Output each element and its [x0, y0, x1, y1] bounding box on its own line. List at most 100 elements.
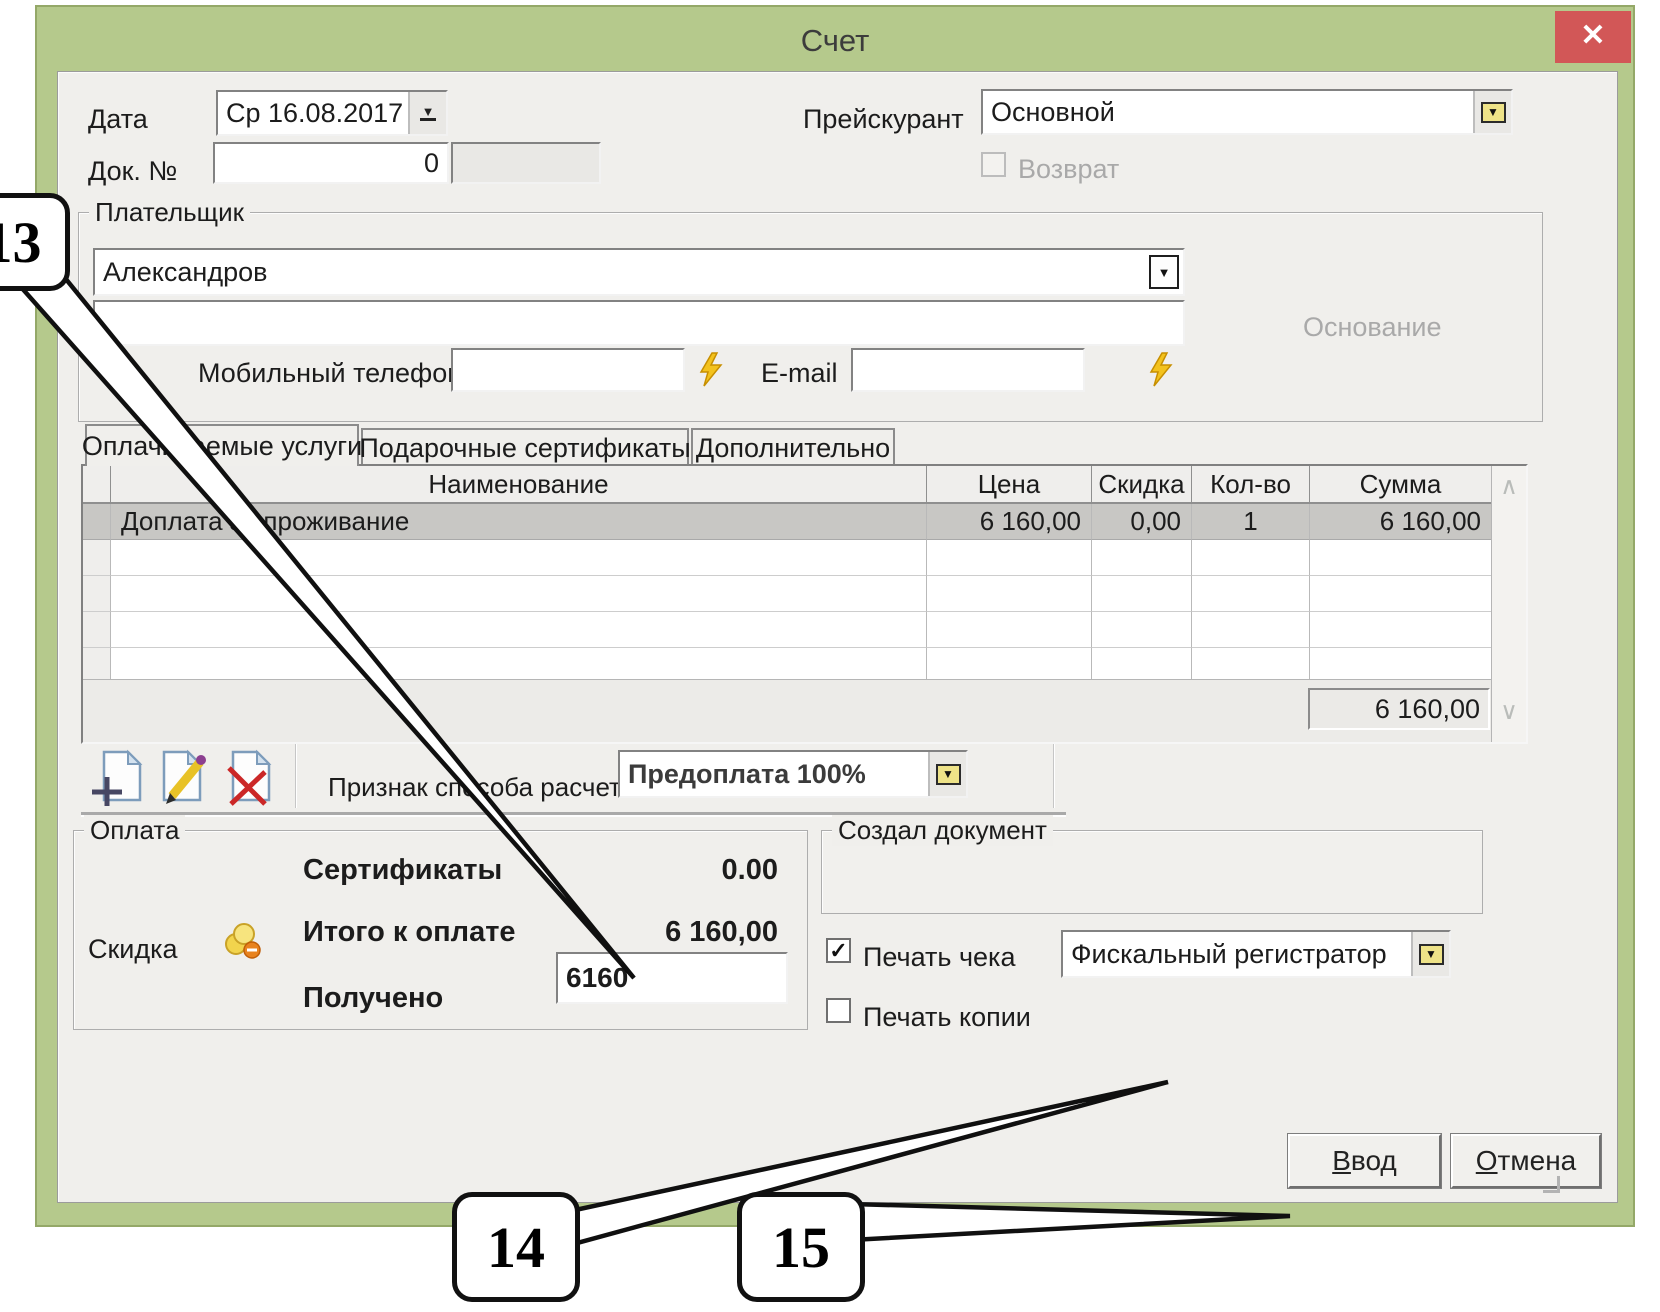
callout-13: 13 [0, 193, 70, 291]
received-value: 6160 [558, 962, 786, 994]
table-row[interactable]: Доплата за проживание 6 160,00 0,00 1 6 … [83, 504, 1492, 540]
enter-button[interactable]: Ввод [1288, 1134, 1441, 1188]
certificates-label: Сертификаты [303, 854, 502, 887]
email-label: E-mail [761, 358, 838, 389]
header-sum[interactable]: Сумма [1310, 466, 1492, 504]
resize-mark [1543, 1176, 1560, 1193]
payer-name-value: Александров [95, 257, 1149, 288]
date-dropdown-icon[interactable]: ▼ [408, 92, 446, 134]
tab-paid-services-label: Оплачиваемые услуги [82, 431, 362, 462]
close-button[interactable]: ✕ [1555, 11, 1631, 63]
payment-method-combobox[interactable]: Предоплата 100% ▼ [618, 750, 968, 798]
callout-14-number: 14 [487, 1214, 545, 1281]
tab-paid-services[interactable]: Оплачиваемые услуги [85, 424, 359, 466]
delete-row-icon[interactable] [221, 748, 279, 806]
scroll-up-icon[interactable]: ∧ [1492, 472, 1526, 501]
row-qty: 1 [1192, 504, 1310, 540]
payment-group-label: Оплата [84, 815, 185, 846]
invoice-dialog: Счет ✕ Дата Ср 16.08.2017 ▼ Прейскурант … [35, 5, 1635, 1227]
header-discount[interactable]: Скидка [1092, 466, 1192, 504]
table-footer: 6 160,00 [83, 679, 1526, 742]
header-selector-cell [83, 466, 111, 504]
table-header-row: Наименование Цена Скидка Кол-во Сумма [83, 466, 1492, 504]
table-scrollbar[interactable]: ∧ ∨ [1491, 466, 1526, 742]
toolbar-separator-2 [1053, 744, 1055, 808]
enter-button-label: Ввод [1332, 1145, 1397, 1177]
payer-second-input[interactable] [93, 300, 1185, 346]
header-price[interactable]: Цена [927, 466, 1092, 504]
checkmark-icon: ✓ [829, 938, 847, 964]
fiscal-device-value: Фискальный регистратор [1063, 939, 1411, 970]
phone-input[interactable] [451, 348, 685, 392]
tab-additional-label: Дополнительно [696, 433, 890, 464]
print-copy-label: Печать копии [863, 1002, 1031, 1033]
row-price: 6 160,00 [927, 504, 1092, 540]
callout-14: 14 [452, 1192, 580, 1302]
dialog-title: Счет [37, 23, 1633, 59]
row-selector-cell [83, 504, 111, 540]
print-receipt-label: Печать чека [863, 942, 1015, 973]
date-combobox[interactable]: Ср 16.08.2017 ▼ [216, 90, 448, 136]
docnum-value: 0 [215, 148, 447, 179]
edit-row-icon[interactable] [154, 748, 212, 806]
pricelist-value: Основной [983, 97, 1473, 128]
callout-15: 15 [737, 1192, 865, 1302]
pricelist-dropdown-icon[interactable]: ▼ [1473, 91, 1511, 133]
toolbar-separator [295, 744, 297, 808]
certificates-value: 0.00 [598, 854, 778, 887]
row-name: Доплата за проживание [111, 504, 927, 540]
scroll-down-icon[interactable]: ∨ [1492, 697, 1526, 726]
received-label: Получено [303, 982, 443, 1015]
return-checkbox[interactable] [981, 152, 1006, 177]
close-icon: ✕ [1580, 19, 1605, 52]
payment-method-dropdown-icon[interactable]: ▼ [928, 752, 966, 796]
created-doc-group: Создал документ [821, 830, 1483, 914]
payment-method-label: Признак способа расчета [328, 772, 635, 803]
row-discount: 0,00 [1092, 504, 1192, 540]
fiscal-device-combobox[interactable]: Фискальный регистратор ▼ [1061, 930, 1451, 978]
phone-sms-icon[interactable] [698, 352, 724, 388]
total-due-value: 6 160,00 [598, 916, 778, 949]
discount-coins-icon[interactable] [221, 918, 265, 962]
tab-gift-certificates-label: Подарочные сертификаты [359, 433, 690, 464]
print-copy-checkbox[interactable] [826, 998, 851, 1023]
received-input[interactable]: 6160 [556, 952, 788, 1004]
table-empty-row[interactable] [83, 540, 1492, 576]
cancel-button-label: Отмена [1476, 1145, 1576, 1177]
date-value: Ср 16.08.2017 [218, 98, 408, 129]
tab-additional[interactable]: Дополнительно [691, 428, 895, 466]
phone-label: Мобильный телефон [198, 358, 462, 389]
payer-dropdown-icon[interactable]: ▼ [1149, 255, 1179, 289]
created-doc-label: Создал документ [832, 815, 1053, 846]
callout-13-number: 13 [0, 209, 42, 276]
email-input[interactable] [851, 348, 1085, 392]
print-receipt-checkbox[interactable]: ✓ [826, 938, 851, 963]
payer-name-input[interactable]: Александров ▼ [93, 248, 1185, 296]
header-qty[interactable]: Кол-во [1192, 466, 1310, 504]
date-label: Дата [88, 104, 148, 135]
row-sum: 6 160,00 [1310, 504, 1492, 540]
callout-15-number: 15 [772, 1214, 830, 1281]
cancel-button[interactable]: Отмена [1451, 1134, 1601, 1188]
pricelist-combobox[interactable]: Основной ▼ [981, 89, 1513, 135]
header-name[interactable]: Наименование [111, 466, 927, 504]
table-empty-row[interactable] [83, 576, 1492, 612]
docnum-input[interactable]: 0 [213, 142, 449, 184]
services-table: Наименование Цена Скидка Кол-во Сумма До… [81, 464, 1528, 744]
screenshot-stage: Счет ✕ Дата Ср 16.08.2017 ▼ Прейскурант … [0, 0, 1660, 1312]
tab-gift-certificates[interactable]: Подарочные сертификаты [361, 428, 689, 466]
add-row-icon[interactable] [88, 748, 146, 806]
pricelist-label: Прейскурант [803, 104, 964, 135]
docnum-label: Док. № [88, 156, 177, 187]
basis-label: Основание [1303, 312, 1442, 343]
return-label: Возврат [1018, 154, 1119, 185]
docnum-extra-field [451, 142, 601, 184]
title-bar[interactable]: Счет ✕ [37, 7, 1633, 71]
fiscal-device-dropdown-icon[interactable]: ▼ [1411, 932, 1449, 976]
email-send-icon[interactable] [1148, 352, 1174, 388]
table-empty-row[interactable] [83, 612, 1492, 648]
discount-label: Скидка [88, 934, 178, 965]
table-total: 6 160,00 [1308, 688, 1490, 730]
dialog-content: Дата Ср 16.08.2017 ▼ Прейскурант Основно… [57, 71, 1618, 1203]
payment-method-value: Предоплата 100% [620, 759, 928, 790]
